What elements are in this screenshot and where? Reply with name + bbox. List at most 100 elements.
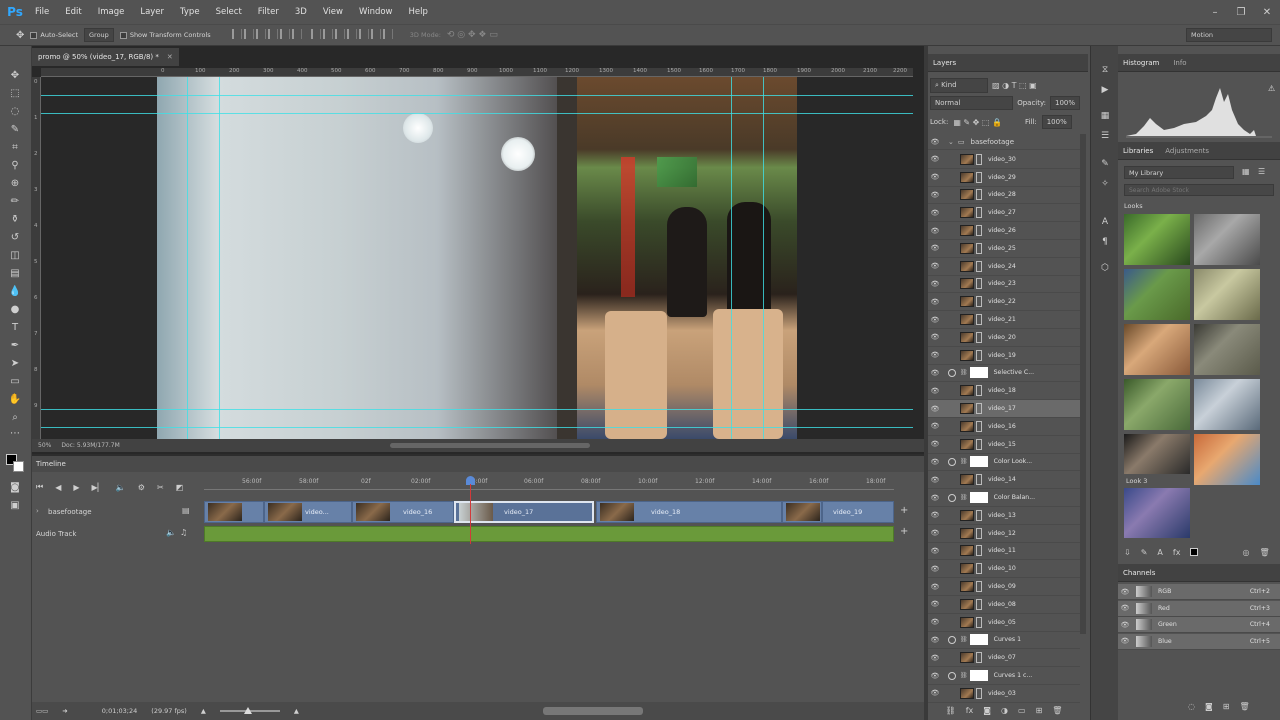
render-video-icon[interactable]: ➜ [62,707,67,715]
video-layer-row[interactable]: 👁 video_22 [928,293,1080,312]
look-thumbnail[interactable] [1194,269,1260,320]
fx-icon[interactable]: fx [966,706,974,715]
adjustment-layer-icon[interactable]: ◑ [1001,706,1008,715]
timeline-scrollbar[interactable] [542,707,643,715]
layer-name[interactable]: video_18 [988,387,1016,394]
layer-name[interactable]: video_29 [988,174,1016,181]
zoom-out-icon[interactable]: ▲ [201,707,206,715]
video-layer-row[interactable]: 👁 video_29 [928,169,1080,187]
visibility-eye-icon[interactable]: 👁 [928,654,942,662]
visibility-eye-icon[interactable]: 👁 [928,583,942,591]
layer-name[interactable]: video_28 [988,191,1016,198]
menu-help[interactable]: Help [401,7,436,17]
filter-kind-dropdown[interactable]: ⌕ Kind [930,77,988,93]
quick-mask-icon[interactable]: ◙ [8,480,22,494]
doc-size-info[interactable]: Doc: 5.93M/177.7M [61,442,119,449]
warning-icon[interactable]: ⚠ [1268,84,1275,93]
menu-edit[interactable]: Edit [57,7,89,17]
restore-button[interactable]: ❐ [1228,7,1254,18]
layer-name[interactable]: video_25 [988,245,1016,252]
filter-icons[interactable]: ▨ ◑ T ⬚ ▣ [992,81,1037,90]
visibility-eye-icon[interactable]: 👁 [928,244,942,252]
adjustment-layer-row[interactable]: 👁 ⛓ Color Balan... [928,489,1080,507]
layer-name[interactable]: video_03 [988,690,1016,697]
guide-line[interactable] [41,113,913,114]
3d-tools-icons[interactable]: ⟲ ◎ ✥ ❖ ▭ [447,30,498,40]
look-thumbnail[interactable] [1124,379,1190,430]
video-clip[interactable] [204,501,264,523]
look-thumbnail[interactable] [1194,214,1260,265]
next-frame-icon[interactable]: ▶▏ [92,483,104,492]
video-layer-row[interactable]: 👁 video_27 [928,204,1080,223]
transition-icon[interactable]: ◩ [176,483,184,492]
layer-thumbnail[interactable] [960,474,974,486]
tab-libraries[interactable]: Libraries [1123,147,1153,155]
move-tool-icon[interactable]: ✥ [8,68,22,82]
blur-tool-icon[interactable]: 💧 [8,284,22,298]
convert-frame-animation-icon[interactable]: ▭▭ [36,707,48,715]
properties-panel-icon[interactable]: ☰ [1099,130,1111,142]
add-foreground-color-icon[interactable] [1190,548,1199,556]
expand-track-icon[interactable]: › [36,507,39,515]
eraser-tool-icon[interactable]: ◫ [8,248,22,262]
layer-thumbnail[interactable] [960,171,974,183]
chain-link-icon[interactable]: ⛓ [960,636,968,643]
cloud-sync-icon[interactable]: ◎ [1242,548,1249,560]
new-group-icon[interactable]: ▭ [1018,706,1026,715]
visibility-eye-icon[interactable]: 👁 [928,565,942,573]
close-button[interactable]: ✕ [1254,7,1280,18]
layer-thumbnail[interactable] [960,349,974,361]
video-layer-row[interactable]: 👁 video_19 [928,347,1080,365]
new-layer-icon[interactable]: ⊞ [1036,706,1043,715]
brush-tool-icon[interactable]: ✏ [8,194,22,208]
fill-input[interactable]: 100% [1041,115,1072,129]
audio-track-bar[interactable] [204,526,894,542]
layer-thumbnail[interactable] [960,314,974,326]
tab-info[interactable]: Info [1173,59,1186,67]
zoom-in-icon[interactable]: ▲ [294,707,299,715]
go-to-first-frame-icon[interactable]: ⏮ [36,482,43,492]
look-thumbnail[interactable] [1124,488,1190,538]
history-brush-tool-icon[interactable]: ↺ [8,230,22,244]
visibility-eye-icon[interactable]: 👁 [928,422,942,430]
layer-group-row[interactable]: 👁 ⌄ ▭ basefootage [928,134,1080,150]
background-color-swatch[interactable] [13,461,24,472]
visibility-eye-icon[interactable]: 👁 [928,316,942,324]
3d-panel-icon[interactable]: ⬡ [1099,262,1111,274]
menu-3d[interactable]: 3D [287,7,315,17]
menu-window[interactable]: Window [351,7,401,17]
video-clip[interactable] [782,501,822,523]
visibility-eye-icon[interactable]: 👁 [928,209,942,217]
video-layer-row[interactable]: 👁 video_16 [928,418,1080,436]
screen-mode-icon[interactable]: ▣ [8,498,22,512]
move-tool-icon[interactable]: ✥ [16,30,24,41]
layer-thumbnail[interactable] [960,652,974,664]
mute-audio-icon[interactable]: 🔈 [116,483,126,492]
delete-layer-icon[interactable]: 🗑 [1052,706,1062,715]
layer-name[interactable]: Selective C... [994,369,1034,376]
video-clip[interactable]: video_18 [596,501,782,523]
new-channel-icon[interactable]: ⊞ [1223,702,1230,714]
video-clip[interactable]: video... [264,501,352,523]
video-layer-row[interactable]: 👁 video_20 [928,329,1080,347]
layer-name[interactable]: video_10 [988,565,1016,572]
chain-link-icon[interactable]: ⛓ [960,494,968,501]
layer-thumbnail[interactable] [960,527,974,539]
video-layer-row[interactable]: 👁 video_09 [928,578,1080,596]
channels-tab[interactable]: Channels [1118,564,1280,582]
guide-line[interactable] [41,427,913,428]
video-layer-row[interactable]: 👁 video_28 [928,187,1080,205]
video-layer-row[interactable]: 👁 video_15 [928,436,1080,454]
layer-thumbnail[interactable] [960,153,974,165]
actions-panel-icon[interactable]: ▶ [1099,84,1111,96]
layer-name[interactable]: video_14 [988,476,1016,483]
visibility-eye-icon[interactable]: 👁 [928,600,942,608]
layer-thumbnail[interactable] [960,207,974,219]
layer-name[interactable]: video_05 [988,619,1016,626]
dodge-tool-icon[interactable]: ● [8,302,22,316]
visibility-eye-icon[interactable]: 👁 [928,529,942,537]
show-transform-checkbox[interactable]: Show Transform Controls [119,31,211,39]
visibility-eye-icon[interactable]: 👁 [928,138,942,146]
align-icons[interactable] [231,29,394,41]
type-tool-icon[interactable]: T [8,320,22,334]
